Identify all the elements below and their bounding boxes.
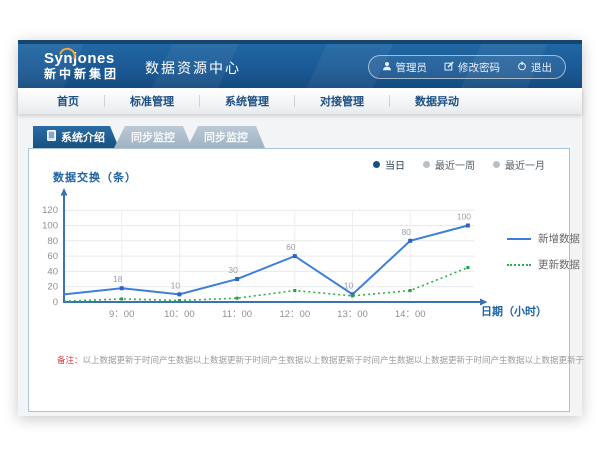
app-header: Synjones 新中新集团 数据资源中心 管理员 修改密码 退出 bbox=[18, 44, 582, 88]
tab-bar: 系统介绍 同步监控 同步监控 bbox=[33, 126, 265, 148]
svg-text:11：00: 11：00 bbox=[222, 309, 252, 320]
svg-text:9：00: 9：00 bbox=[109, 309, 134, 320]
change-password-label: 修改密码 bbox=[458, 60, 500, 75]
document-icon bbox=[47, 130, 56, 144]
svg-text:80: 80 bbox=[47, 236, 58, 247]
chart-legend: 新增数据 更新数据 bbox=[507, 231, 580, 283]
svg-text:100: 100 bbox=[42, 221, 58, 232]
svg-text:14：00: 14：00 bbox=[395, 309, 426, 320]
svg-text:10: 10 bbox=[344, 280, 354, 290]
tab-sync-monitor-2[interactable]: 同步监控 bbox=[187, 126, 265, 148]
footnote-text: 以上数据更新于时间产生数据以上数据更新于时间产生数据以上数据更新于时间产生数据以… bbox=[83, 355, 585, 365]
tab-system-intro[interactable]: 系统介绍 bbox=[33, 126, 119, 148]
svg-text:40: 40 bbox=[47, 266, 58, 277]
line-chart: 0 20 40 60 80 100 120 9：00 10：00 11：00 12：00 13：00 1… bbox=[29, 149, 571, 413]
legend-line-sample bbox=[507, 264, 531, 266]
nav-item-standard-mgmt[interactable]: 标准管理 bbox=[105, 93, 199, 109]
nav-item-data-change[interactable]: 数据异动 bbox=[390, 93, 484, 109]
page-title: 数据资源中心 bbox=[145, 54, 241, 78]
legend-label: 更新数据 bbox=[538, 257, 580, 272]
main-nav: 首页 标准管理 系统管理 对接管理 数据异动 bbox=[18, 88, 582, 114]
footnote: 备注：以上数据更新于时间产生数据以上数据更新于时间产生数据以上数据更新于时间产生… bbox=[57, 354, 584, 366]
edit-icon bbox=[444, 61, 454, 74]
user-name-label: 管理员 bbox=[396, 60, 428, 75]
power-icon bbox=[517, 61, 527, 74]
legend-line-sample bbox=[507, 238, 531, 240]
tab-label: 同步监控 bbox=[204, 129, 248, 145]
logo-text-en: Synjones bbox=[44, 51, 119, 68]
tab-label: 同步监控 bbox=[131, 129, 175, 145]
user-icon bbox=[382, 61, 392, 74]
logout-label: 退出 bbox=[531, 60, 552, 75]
svg-text:100: 100 bbox=[457, 212, 471, 222]
svg-text:120: 120 bbox=[42, 205, 58, 216]
svg-text:0: 0 bbox=[53, 297, 58, 308]
change-password-button[interactable]: 修改密码 bbox=[444, 60, 500, 75]
svg-text:60: 60 bbox=[47, 251, 58, 262]
footnote-prefix: 备注： bbox=[57, 355, 83, 365]
legend-label: 新增数据 bbox=[538, 231, 580, 246]
logo-text-cn: 新中新集团 bbox=[44, 68, 119, 81]
svg-text:12：00: 12：00 bbox=[279, 309, 310, 320]
svg-text:18: 18 bbox=[113, 274, 123, 284]
nav-item-home[interactable]: 首页 bbox=[32, 93, 104, 109]
app-window: Synjones 新中新集团 数据资源中心 管理员 修改密码 退出 bbox=[18, 40, 582, 416]
svg-text:13：00: 13：00 bbox=[337, 309, 368, 320]
company-logo: Synjones 新中新集团 bbox=[44, 51, 119, 81]
nav-item-interface-mgmt[interactable]: 对接管理 bbox=[295, 93, 389, 109]
svg-text:80: 80 bbox=[401, 227, 411, 237]
user-account-button[interactable]: 管理员 bbox=[382, 60, 428, 75]
svg-text:10: 10 bbox=[171, 280, 181, 290]
svg-text:20: 20 bbox=[47, 282, 58, 293]
tab-label: 系统介绍 bbox=[61, 129, 105, 145]
legend-item-new-data: 新增数据 bbox=[507, 231, 580, 246]
nav-item-system-mgmt[interactable]: 系统管理 bbox=[200, 93, 294, 109]
svg-text:30: 30 bbox=[228, 265, 238, 275]
tab-sync-monitor-1[interactable]: 同步监控 bbox=[114, 126, 192, 148]
x-axis-title: 日期（小时） bbox=[481, 303, 547, 319]
chart-panel: 当日 最近一周 最近一月 数据交换（条） 0204060801001209：00… bbox=[28, 148, 570, 412]
svg-text:60: 60 bbox=[286, 242, 296, 252]
logout-button[interactable]: 退出 bbox=[517, 60, 552, 75]
svg-text:10：00: 10：00 bbox=[164, 309, 195, 320]
legend-item-updated-data: 更新数据 bbox=[507, 257, 580, 272]
user-toolbar: 管理员 修改密码 退出 bbox=[368, 55, 567, 79]
